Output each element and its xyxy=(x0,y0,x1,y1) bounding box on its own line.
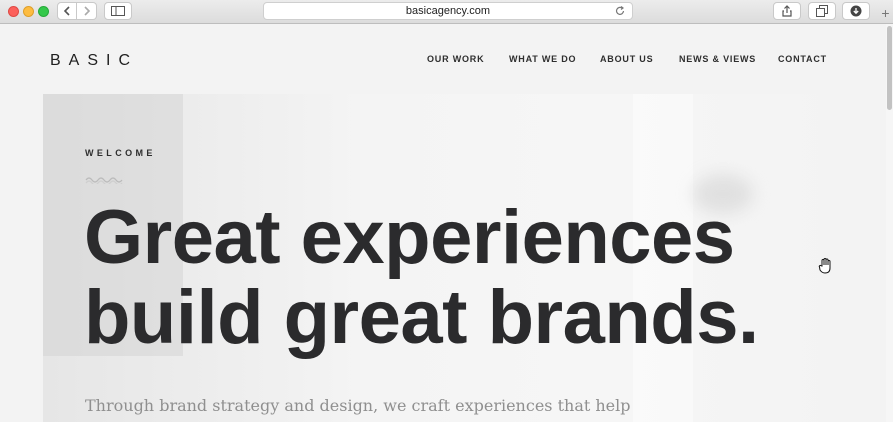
tabs-icon xyxy=(816,5,828,17)
hand-cursor-icon xyxy=(818,258,831,274)
main-nav: OUR WORK WHAT WE DO ABOUT US NEWS & VIEW… xyxy=(0,54,893,68)
minimize-window-button[interactable] xyxy=(23,6,34,17)
reload-icon[interactable] xyxy=(614,5,626,17)
hero-subtext: Through brand strategy and design, we cr… xyxy=(85,396,631,415)
nav-our-work[interactable]: OUR WORK xyxy=(427,54,484,64)
nav-about-us[interactable]: ABOUT US xyxy=(600,54,653,64)
close-window-button[interactable] xyxy=(8,6,19,17)
chevron-left-icon xyxy=(63,6,70,16)
back-button[interactable] xyxy=(57,2,77,20)
page-scrollbar[interactable] xyxy=(886,24,893,422)
sidebar-icon xyxy=(111,6,125,16)
url-text: basicagency.com xyxy=(405,5,491,17)
hero-headline-line-2: build great brands. xyxy=(84,275,759,360)
sidebar-toggle-button[interactable] xyxy=(104,2,132,20)
forward-button[interactable] xyxy=(77,2,97,20)
hero-headline: Great experiences build great brands. xyxy=(84,198,844,358)
nav-what-we-do[interactable]: WHAT WE DO xyxy=(509,54,576,64)
chevron-right-icon xyxy=(83,6,90,16)
nav-news-views[interactable]: NEWS & VIEWS xyxy=(679,54,756,64)
scrollbar-thumb[interactable] xyxy=(887,26,892,110)
nav-contact[interactable]: CONTACT xyxy=(778,54,827,64)
hero-eyebrow: WELCOME xyxy=(85,148,156,158)
hero-headline-line-1: Great experiences xyxy=(84,195,735,280)
address-bar[interactable]: basicagency.com xyxy=(263,2,633,20)
share-button[interactable] xyxy=(773,2,801,20)
share-icon xyxy=(782,5,792,17)
tabs-overview-button[interactable] xyxy=(808,2,836,20)
downloads-button[interactable] xyxy=(842,2,870,20)
browser-toolbar: basicagency.com + xyxy=(0,0,893,24)
download-icon xyxy=(850,5,862,17)
plus-icon[interactable]: + xyxy=(878,6,893,21)
wave-divider-icon xyxy=(85,177,123,184)
zoom-window-button[interactable] xyxy=(38,6,49,17)
